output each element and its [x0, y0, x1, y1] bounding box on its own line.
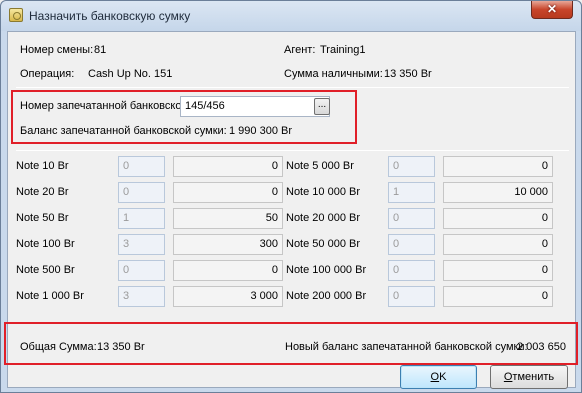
note-amount-field: 0	[173, 156, 283, 177]
note-label: Note 10 Br	[16, 160, 69, 172]
note-amount-field: 10 000	[443, 182, 553, 203]
ok-mnemonic: O	[430, 371, 440, 383]
cash-value: 13 350 Br	[384, 68, 432, 80]
ok-button[interactable]: OK	[400, 365, 477, 389]
bag-balance-value: 1 990 300 Br	[229, 125, 292, 137]
dialog-window: Назначить банковскую сумку ✕ Номер смены…	[0, 0, 582, 393]
note-label: Note 5 000 Br	[286, 160, 354, 172]
bag-number-field[interactable]: 145/456	[180, 96, 330, 117]
note-label: Note 10 000 Br	[286, 186, 360, 198]
operation-value: Cash Up No. 151	[88, 68, 173, 80]
note-count-field[interactable]: 0	[118, 156, 165, 177]
bag-number-label: Номер запечатанной банковско	[20, 100, 182, 112]
bag-browse-button[interactable]: ...	[314, 98, 330, 115]
close-icon: ✕	[546, 2, 558, 16]
note-count-field[interactable]: 0	[388, 156, 435, 177]
note-label: Note 50 000 Br	[286, 238, 360, 250]
note-amount-field: 0	[173, 182, 283, 203]
dialog-body: Номер смены: 81 Агент: Training1 Операци…	[4, 31, 578, 389]
note-amount-field: 0	[443, 260, 553, 281]
note-amount-field: 300	[173, 234, 283, 255]
cancel-button[interactable]: Отменить	[490, 365, 568, 389]
note-amount-field: 0	[443, 234, 553, 255]
cancel-label-rest: тменить	[512, 371, 555, 383]
note-count-field[interactable]: 3	[118, 286, 165, 307]
note-count-field[interactable]: 1	[118, 208, 165, 229]
total-label: Общая Сумма:	[20, 341, 97, 353]
note-label: Note 20 000 Br	[286, 212, 360, 224]
shift-label: Номер смены:	[20, 44, 94, 56]
agent-label: Агент:	[284, 44, 316, 56]
note-amount-field: 50	[173, 208, 283, 229]
note-count-field[interactable]: 0	[118, 260, 165, 281]
note-amount-field: 3 000	[173, 286, 283, 307]
note-label: Note 100 000 Br	[286, 264, 367, 276]
separator	[16, 150, 569, 151]
app-icon	[9, 8, 23, 22]
note-count-field[interactable]: 0	[388, 286, 435, 307]
ok-label-rest: K	[439, 371, 447, 383]
window-title: Назначить банковскую сумку	[29, 9, 191, 23]
note-amount-field: 0	[173, 260, 283, 281]
total-value: 13 350 Br	[97, 341, 145, 353]
note-count-field[interactable]: 3	[118, 234, 165, 255]
new-balance-value: 2 003 650	[517, 341, 566, 353]
new-balance-label: Новый баланс запечатанной банковской сум…	[285, 341, 528, 353]
note-label: Note 500 Br	[16, 264, 75, 276]
note-label: Note 1 000 Br	[16, 290, 84, 302]
note-label: Note 100 Br	[16, 238, 75, 250]
note-count-field[interactable]: 1	[388, 182, 435, 203]
note-count-field[interactable]: 0	[388, 208, 435, 229]
note-amount-field: 0	[443, 286, 553, 307]
agent-value: Training1	[320, 44, 366, 56]
note-count-field[interactable]: 0	[388, 234, 435, 255]
cash-label: Сумма наличными:	[284, 68, 383, 80]
note-count-field[interactable]: 0	[388, 260, 435, 281]
separator	[16, 87, 569, 88]
note-amount-field: 0	[443, 208, 553, 229]
shift-value: 81	[94, 44, 107, 56]
note-label: Note 20 Br	[16, 186, 69, 198]
note-amount-field: 0	[443, 156, 553, 177]
operation-label: Операция:	[20, 68, 75, 80]
close-button[interactable]: ✕	[531, 1, 573, 19]
bag-balance-label: Баланс запечатанной банковской сумки:	[20, 125, 227, 137]
note-label: Note 50 Br	[16, 212, 69, 224]
title-bar[interactable]: Назначить банковскую сумку ✕	[1, 1, 581, 31]
note-label: Note 200 000 Br	[286, 290, 367, 302]
note-count-field[interactable]: 0	[118, 182, 165, 203]
